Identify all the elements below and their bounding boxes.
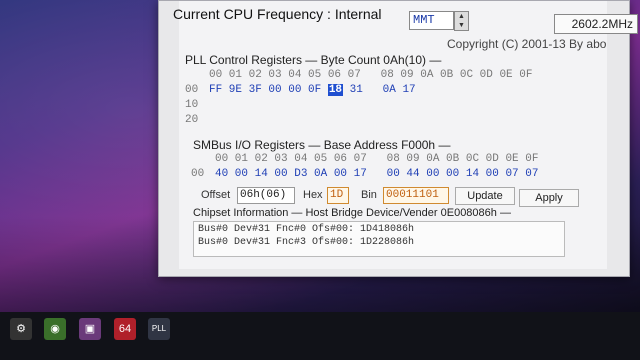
- frequency-source-select[interactable]: MMT: [409, 11, 454, 30]
- offset-label: Offset: [201, 189, 231, 201]
- media-icon[interactable]: ▣: [79, 318, 101, 340]
- cpu-frequency-value: 2602.2MHz: [554, 14, 638, 34]
- smbus-row-label: 00: [191, 168, 205, 180]
- bin-field[interactable]: 00011101: [383, 187, 449, 204]
- setfsb-window: Current CPU Frequency : Internal MMT ▲ ▼…: [158, 0, 638, 277]
- hex-label: Hex: [303, 189, 323, 201]
- pll-row-values-part1[interactable]: FF 9E 3F 00 00 0F: [209, 84, 328, 96]
- apply-button[interactable]: Apply: [519, 189, 579, 207]
- offset-field[interactable]: 06h(06): [237, 187, 295, 204]
- spinner-up-icon[interactable]: ▲: [455, 12, 468, 21]
- gear-icon[interactable]: ⚙: [10, 318, 32, 340]
- chrome-icon[interactable]: ◉: [44, 318, 66, 340]
- chipset-line: Bus#0 Dev#31 Fnc#0 Ofs#00: 1D418086h: [198, 224, 415, 235]
- pll-selected-byte[interactable]: 18: [327, 84, 344, 96]
- app-64-icon[interactable]: 64: [114, 318, 136, 340]
- chipset-group-title: Chipset Information — Host Bridge Device…: [193, 207, 511, 219]
- pll-row-label: 10: [185, 99, 199, 111]
- chipset-line: Bus#0 Dev#31 Fnc#3 Ofs#00: 1D228086h: [198, 237, 415, 248]
- hex-field[interactable]: 1D: [327, 187, 349, 204]
- pll-app-icon[interactable]: PLL: [148, 318, 170, 340]
- chipset-info-box: Bus#0 Dev#31 Fnc#0 Ofs#00: 1D418086h Bus…: [193, 221, 565, 257]
- pll-row-label: 20: [185, 114, 199, 126]
- source-spinner[interactable]: ▲ ▼: [454, 11, 469, 31]
- main-panel: Current CPU Frequency : Internal MMT ▲ ▼…: [173, 1, 638, 269]
- bin-label: Bin: [361, 189, 377, 201]
- smbus-row-values[interactable]: 40 00 14 00 D3 0A 00 17 00 44 00 00 14 0…: [215, 168, 538, 180]
- pll-row-label: 00: [185, 84, 199, 96]
- pll-column-header: 00 01 02 03 04 05 06 07 08 09 0A 0B 0C 0…: [209, 69, 533, 81]
- copyright-text: Copyright (C) 2001-13 By abo: [447, 37, 607, 51]
- pll-row-values[interactable]: FF 9E 3F 00 00 0F 18 31 0A 17: [209, 84, 416, 96]
- spinner-down-icon[interactable]: ▼: [455, 21, 468, 30]
- update-button[interactable]: Update: [455, 187, 515, 205]
- cpu-frequency-label: Current CPU Frequency : Internal: [173, 6, 382, 22]
- smbus-group-title: SMBus I/O Registers — Base Address F000h…: [193, 138, 451, 152]
- pll-group-title: PLL Control Registers — Byte Count 0Ah(1…: [185, 53, 442, 67]
- pll-row-values-part2[interactable]: 31 0A 17: [343, 84, 416, 96]
- smbus-column-header: 00 01 02 03 04 05 06 07 08 09 0A 0B 0C 0…: [215, 153, 539, 165]
